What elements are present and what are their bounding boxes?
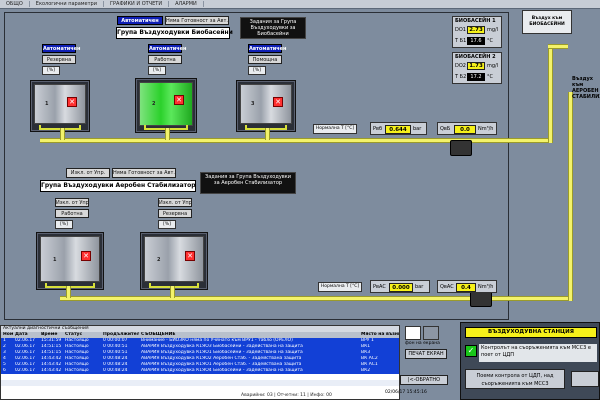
station-title: ВЪЗДУХОДУВНА СТАНЦИЯ [465,327,597,338]
stab-unit1-number: 1 [53,257,57,263]
stab-temp-label: Нормална Т [°C] [318,282,362,292]
back-button[interactable]: |<-ОБРАТНО [400,375,448,385]
bio-unit2-alarm-icon: ✕ [174,95,184,105]
stab-flow-meter-icon [470,291,492,307]
bio-unit3-number: 3 [251,101,255,107]
bio-temp-label: Нормална Т [°C] [313,124,357,134]
bio-unit2-blower[interactable]: 2 ✕ [135,78,197,133]
stab-unit1-mode: Изкл. от Упр. [55,198,89,207]
bio-flow-panel: QвБ 0.0 Nm³/h [437,122,497,135]
stab-unit1-alarm-icon: ✕ [81,251,91,261]
menu-item-charts[interactable]: ГРАФИКИ И ОТЧЕТИ [104,1,170,7]
stab-group-title: Група Въздуходувки Аеробен Стабилизатор [40,180,196,192]
bio-air-pipe [40,138,550,143]
bio-unit2-pct: [%] [148,66,166,75]
basin1-temp-value: 17.6 [467,37,485,45]
screen-bg-grey-button[interactable] [423,326,439,340]
stab-unit1-blower[interactable]: 1 ✕ [36,232,104,290]
stab-riser-pipe [568,92,573,301]
stab-unit2-number: 2 [157,257,161,263]
stab-unit2-pct: [%] [158,220,176,229]
print-screen-button[interactable]: ПЕЧАТ ЕКРАН [405,349,447,359]
bio-unit1-pct: [%] [42,66,60,75]
bio-flow-meter-icon [450,140,472,156]
take-control-button[interactable]: Поеми контрола от ЦДП, над съоръженията … [465,369,565,389]
control-toggle-icon[interactable] [571,371,599,387]
screen-bg-white-button[interactable] [405,326,421,340]
bio-unit1-mode: Автоматичен [42,44,81,53]
basin1-panel: БИОБАСЕЙН 1 DO1 2.73 mg/l T Б1 17.6 °C [452,16,502,48]
bio-unit3-pct: [%] [248,66,266,75]
bio-unit2-mode: Автоматичен [148,44,187,53]
basin1-do-value: 2.73 [467,26,485,34]
bio-unit1-state[interactable]: Резервна [42,55,76,64]
table-row[interactable]: 6 02.06.17 14:43:42 Настоящо 0 00:48:24 АВАРИ… [1,368,399,374]
bio-unit3-alarm-icon: ✕ [273,97,283,107]
stab-task-button[interactable]: Задания за Група Въздуходувки за Аеробен… [200,172,296,194]
air-to-bio-label: Въздух към БИОБАСЕЙНИ [522,10,572,34]
control-note: Контролът на съоръженията към МСС3 е пое… [479,344,597,362]
stab-unit2-mode: Изкл. от Упр. [158,198,192,207]
top-menu: ОБЩО Екологични параметри ГРАФИКИ И ОТЧЕ… [0,0,600,9]
bio-task-button[interactable]: Задания за Група Въздуходувки за Биобасе… [240,17,306,39]
bio-unit3-mode: Автоматичен [248,44,287,53]
bio-mode-badge: Автоматичен [117,16,163,25]
stab-mode-badge: Изкл. от Упр. [66,168,110,178]
bio-unit1-blower[interactable]: 1 ✕ [30,80,90,132]
bio-pressure-value: 0.644 [385,125,411,134]
bio-unit3-blower[interactable]: 3 ✕ [236,80,296,132]
stab-unit1-state[interactable]: Работна [55,209,89,218]
basin2-do-value: 1.73 [467,62,485,70]
stab-pressure-value: 0.000 [389,283,413,292]
stab-flow-value: 0.4 [456,283,476,292]
basin2-temp-value: 17.2 [467,73,485,81]
checkmark-icon: ✓ [465,345,477,357]
table-row [1,380,399,386]
station-panel: ВЪЗДУХОДУВНА СТАНЦИЯ ✓ Контролът на съор… [460,322,600,400]
stab-unit2-alarm-icon: ✕ [185,251,195,261]
stab-air-pipe [60,296,572,301]
menu-item-eco[interactable]: Екологични параметри [30,1,104,7]
bio-unit3-state[interactable]: Помощна [248,55,282,64]
alarm-summary: Аварийни: 03 | Отчетни: 11 | Инфо: 00 [241,393,332,398]
stab-unit2-state[interactable]: Резервна [158,209,192,218]
stab-flow-panel: QвАС 0.4 Nm³/h [437,280,497,293]
stab-ready-button[interactable]: Няма Готовност за Авт.Режим [112,168,176,178]
alarm-table: Актуални диагностични съобщения Ном. Дат… [0,325,400,400]
bio-pressure-panel: Рвб 0.644 bar [370,122,427,135]
bio-unit1-alarm-icon: ✕ [67,97,77,107]
menu-item-alarms[interactable]: АЛАРМИ [169,1,204,7]
screen-bg-label: фон на екрана [405,341,440,346]
bio-riser-pipe [548,44,553,143]
stab-unit1-pct: [%] [55,220,73,229]
stab-unit2-blower[interactable]: 2 ✕ [140,232,208,290]
basin2-panel: БИОБАСЕЙН 2 DO2 1.73 mg/l T Б2 17.2 °C [452,52,502,84]
bio-unit1-number: 1 [45,101,49,107]
datetime: 02/06/17 15:45:16 [385,390,427,395]
menu-item-overview[interactable]: ОБЩО [0,1,30,7]
bio-unit2-state[interactable]: Работна [148,55,182,64]
bio-unit2-number: 2 [152,101,156,107]
bio-group-title: Група Въздуходувки Биобасейни [116,27,233,39]
air-to-aero-label: Въздух към АЕРОБЕН СТАБИЛИЗАТОР [572,76,600,100]
bio-ready-button[interactable]: Няма Готовност за Авт.Режим [165,16,229,25]
stab-pressure-panel: РвАС 0.000 bar [370,280,430,293]
bio-flow-value: 0.0 [454,125,476,134]
